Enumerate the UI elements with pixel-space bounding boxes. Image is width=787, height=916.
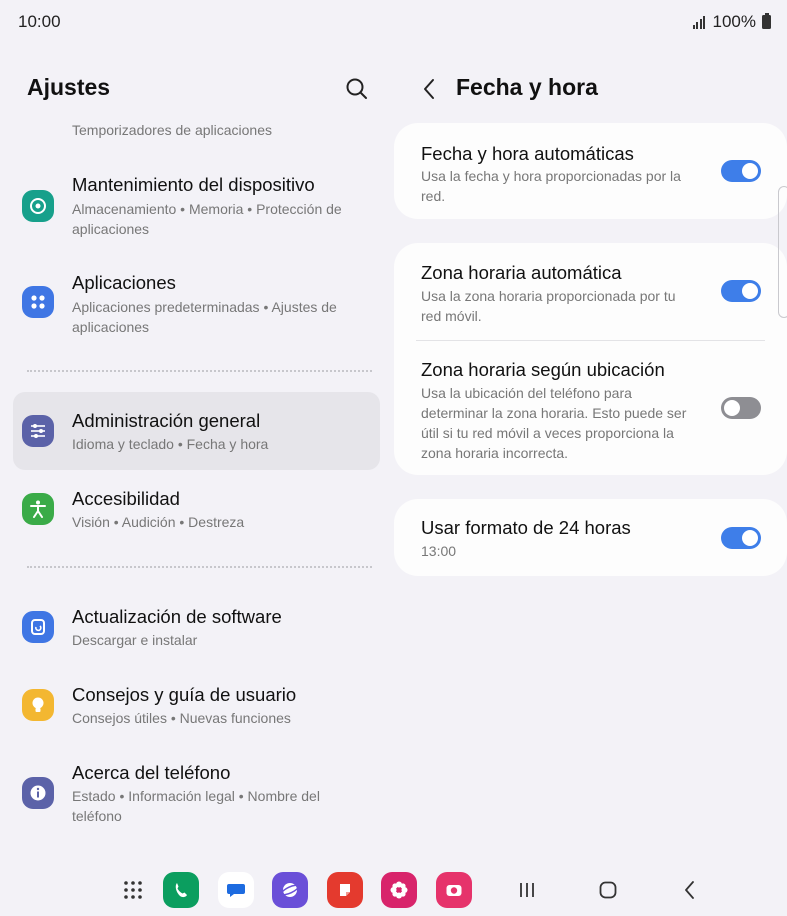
app-drawer-button[interactable]: [115, 872, 151, 908]
settings-item-tips[interactable]: Consejos y guía de usuario Consejos útil…: [13, 676, 380, 736]
settings-list-panel: Ajustes Temporizadores de aplicaciones M…: [0, 44, 393, 864]
settings-item-subtitle: Idioma y teclado • Fecha y hora: [72, 436, 269, 452]
battery-icon: [762, 13, 771, 29]
detail-title: Fecha y hora: [456, 74, 598, 100]
status-bar: 10:00 100%: [0, 0, 787, 44]
settings-item-apps[interactable]: Aplicaciones Aplicaciones predeterminada…: [13, 260, 380, 342]
messages-app-icon[interactable]: [218, 872, 254, 908]
settings-item-subtitle: Consejos útiles • Nuevas funciones: [72, 710, 291, 726]
gallery-app-icon[interactable]: [381, 872, 417, 908]
chevron-left-icon: [424, 79, 434, 99]
apps-icon: [22, 286, 54, 318]
device-care-icon: [22, 190, 54, 222]
date-time-panel: Fecha y hora Fecha y hora automáticas Us…: [393, 44, 787, 864]
settings-item-title: Accesibilidad: [72, 488, 180, 509]
location-timezone-row[interactable]: Zona horaria según ubicación Usa la ubic…: [394, 341, 787, 475]
settings-item-title: Acerca del teléfono: [72, 762, 231, 783]
24-hour-format-toggle[interactable]: [721, 527, 761, 549]
row-subtitle: Usa la fecha y hora proporcionadas por l…: [421, 168, 681, 204]
row-subtitle: 13:00: [421, 543, 457, 559]
lightbulb-icon: [22, 689, 54, 721]
settings-item-about-phone[interactable]: Acerca del teléfono Estado • Información…: [13, 754, 380, 836]
sliders-icon: [22, 415, 54, 447]
section-divider: [27, 370, 372, 372]
navigation-bar: [0, 864, 787, 916]
auto-timezone-toggle[interactable]: [721, 280, 761, 302]
phone-app-icon[interactable]: [163, 872, 199, 908]
settings-item-title: Aplicaciones: [72, 272, 176, 293]
home-icon: [599, 881, 617, 899]
row-subtitle: Usa la zona horaria proporcionada por tu…: [421, 288, 676, 324]
settings-item-general-management[interactable]: Administración general Idioma y teclado …: [13, 392, 380, 470]
settings-item-title: Mantenimiento del dispositivo: [72, 174, 315, 195]
status-indicators: 100%: [692, 12, 771, 32]
settings-item-title: Administración general: [72, 410, 261, 431]
row-title: Usar formato de 24 horas: [421, 517, 631, 538]
settings-item-software-update[interactable]: Actualización de software Descargar e in…: [13, 598, 380, 658]
settings-item-accessibility[interactable]: Accesibilidad Visión • Audición • Destre…: [13, 480, 380, 540]
internet-app-icon[interactable]: [272, 872, 308, 908]
settings-item-subtitle: Visión • Audición • Destreza: [72, 514, 245, 530]
page-title: Ajustes: [27, 74, 111, 100]
notes-app-icon[interactable]: [327, 872, 363, 908]
auto-date-time-row[interactable]: Fecha y hora automáticas Usa la fecha y …: [394, 123, 787, 219]
back-button[interactable]: [417, 74, 441, 104]
app-timers-subtitle[interactable]: Temporizadores de aplicaciones: [72, 122, 272, 138]
nav-back-button[interactable]: [672, 872, 708, 908]
accessibility-icon: [22, 493, 54, 525]
back-icon: [685, 881, 694, 899]
settings-item-subtitle: Almacenamiento • Memoria • Protección de…: [72, 201, 342, 237]
auto-timezone-row[interactable]: Zona horaria automática Usa la zona hora…: [394, 243, 787, 339]
info-icon: [22, 777, 54, 809]
section-divider: [27, 566, 372, 568]
settings-card: Zona horaria automática Usa la zona hora…: [394, 243, 787, 475]
settings-item-subtitle: Descargar e instalar: [72, 632, 198, 648]
row-subtitle: Usa la ubicación del teléfono para deter…: [421, 385, 687, 461]
camera-app-icon[interactable]: [436, 872, 472, 908]
search-button[interactable]: [342, 74, 372, 104]
settings-item-title: Actualización de software: [72, 606, 282, 627]
row-title: Zona horaria según ubicación: [421, 359, 665, 380]
auto-date-time-toggle[interactable]: [721, 160, 761, 182]
settings-card: Fecha y hora automáticas Usa la fecha y …: [394, 123, 787, 219]
settings-item-subtitle: Estado • Información legal • Nombre del …: [72, 788, 320, 824]
software-update-icon: [22, 611, 54, 643]
row-title: Fecha y hora automáticas: [421, 143, 634, 164]
status-time: 10:00: [18, 12, 61, 31]
recents-icon: [520, 883, 534, 897]
row-title: Zona horaria automática: [421, 262, 622, 283]
recents-button[interactable]: [509, 872, 545, 908]
settings-item-title: Consejos y guía de usuario: [72, 684, 297, 705]
settings-item-device-care[interactable]: Mantenimiento del dispositivo Almacenami…: [13, 162, 380, 244]
home-button[interactable]: [590, 872, 626, 908]
settings-item-subtitle: Aplicaciones predeterminadas • Ajustes d…: [72, 299, 337, 335]
battery-percent: 100%: [712, 12, 756, 31]
signal-icon: [692, 15, 707, 29]
edge-panel-handle[interactable]: [778, 186, 787, 318]
app-drawer-icon: [124, 881, 142, 899]
search-icon: [346, 78, 367, 99]
settings-card: Usar formato de 24 horas 13:00: [394, 499, 787, 576]
location-timezone-toggle[interactable]: [721, 397, 761, 419]
24-hour-format-row[interactable]: Usar formato de 24 horas 13:00: [394, 499, 787, 576]
